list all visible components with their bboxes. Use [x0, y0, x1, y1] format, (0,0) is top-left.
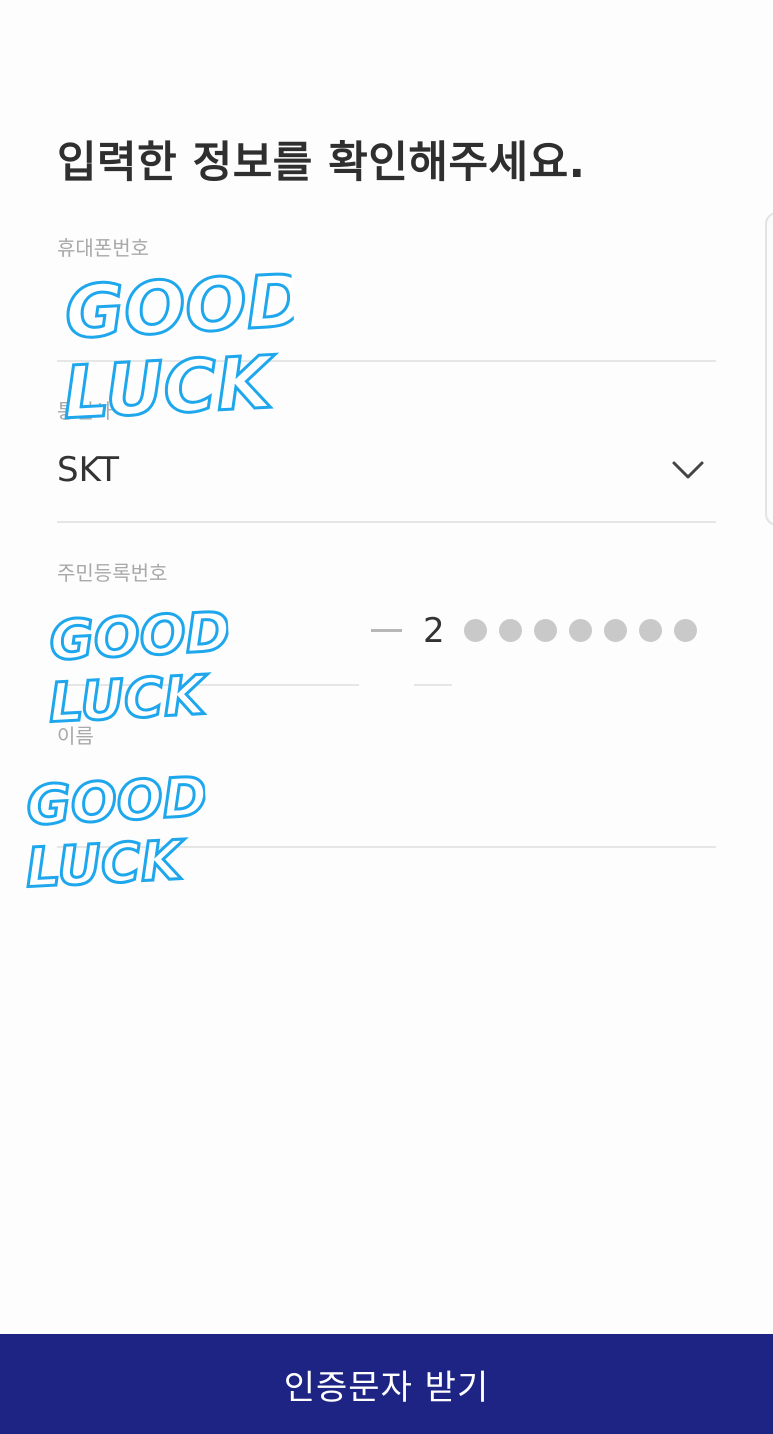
- good-luck-sticker: GOOD LUCK: [60, 257, 300, 437]
- masked-dot: [674, 619, 697, 642]
- right-edge-panel: [765, 212, 773, 526]
- masked-dot: [464, 619, 487, 642]
- rrn-back-underline: [414, 684, 452, 686]
- masked-dot: [499, 619, 522, 642]
- carrier-field-underline: [57, 521, 716, 523]
- good-luck-sticker: GOOD LUCK: [46, 599, 234, 737]
- sticker-line-1: GOOD: [25, 765, 209, 837]
- masked-dot: [639, 619, 662, 642]
- masked-dot: [534, 619, 557, 642]
- sticker-line-1: GOOD: [48, 600, 232, 672]
- chevron-down-icon[interactable]: [670, 458, 706, 482]
- sticker-line-2: LUCK: [47, 663, 211, 734]
- carrier-select[interactable]: SKT: [57, 440, 716, 510]
- page-title: 입력한 정보를 확인해주세요.: [57, 138, 586, 188]
- rrn-back-first-digit[interactable]: 2: [423, 611, 445, 651]
- rrn-masked-digits: [464, 619, 697, 642]
- send-verification-sms-button[interactable]: 인증문자 받기: [0, 1334, 773, 1434]
- masked-dot: [604, 619, 627, 642]
- sticker-line-2: LUCK: [24, 828, 188, 899]
- sticker-line-2: LUCK: [61, 340, 279, 435]
- masked-dot: [569, 619, 592, 642]
- rrn-separator: [371, 629, 402, 632]
- rrn-field-label: 주민등록번호: [57, 561, 168, 585]
- carrier-value: SKT: [57, 450, 120, 490]
- good-luck-sticker: GOOD LUCK: [23, 764, 211, 902]
